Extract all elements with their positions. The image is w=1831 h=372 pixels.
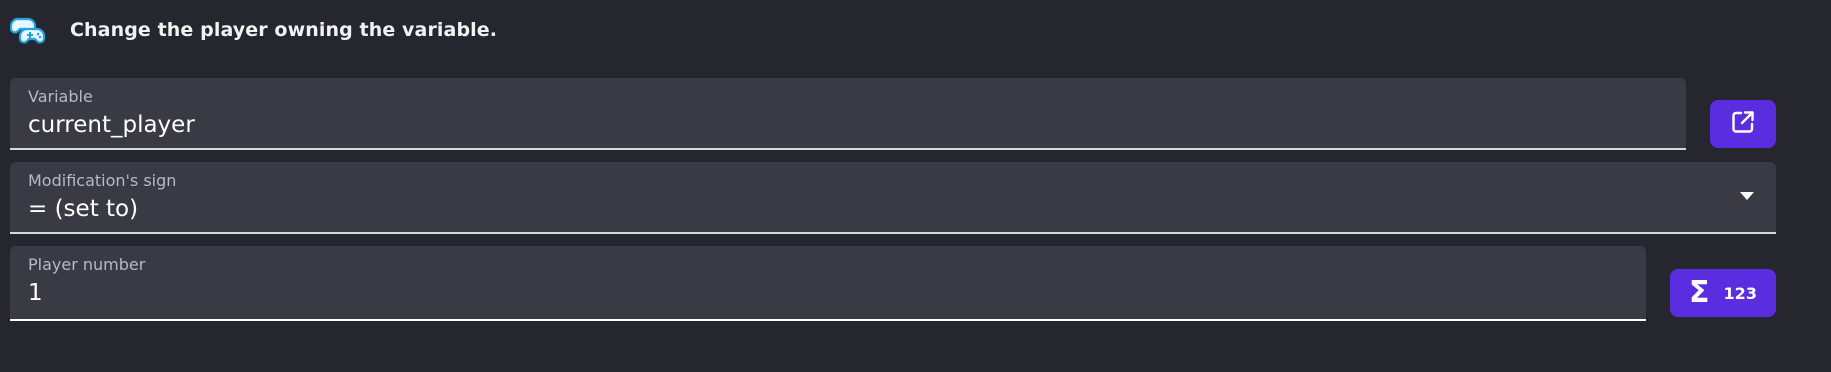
gamepads-icon xyxy=(9,14,46,46)
player-number-label: Player number xyxy=(28,255,146,274)
variable-field-label: Variable xyxy=(28,87,93,106)
instruction-header: Change the player owning the variable. xyxy=(9,14,498,46)
sigma-icon: Σ xyxy=(1689,275,1710,310)
variable-field[interactable]: Variable current_player xyxy=(10,78,1686,150)
modification-sign-value: = (set to) xyxy=(28,196,139,222)
number-icon: 123 xyxy=(1723,283,1757,303)
external-link-icon xyxy=(1730,109,1756,139)
expression-editor-button[interactable]: Σ 123 xyxy=(1670,269,1776,317)
instruction-description: Change the player owning the variable. xyxy=(70,19,498,41)
variable-field-value[interactable]: current_player xyxy=(28,112,195,138)
open-variable-button[interactable] xyxy=(1710,100,1776,148)
chevron-down-icon[interactable] xyxy=(1740,192,1754,200)
player-number-value[interactable]: 1 xyxy=(28,280,43,306)
player-number-field[interactable]: Player number 1 xyxy=(10,246,1646,321)
modification-sign-select[interactable]: Modification's sign = (set to) xyxy=(10,162,1776,234)
modification-sign-label: Modification's sign xyxy=(28,171,177,190)
